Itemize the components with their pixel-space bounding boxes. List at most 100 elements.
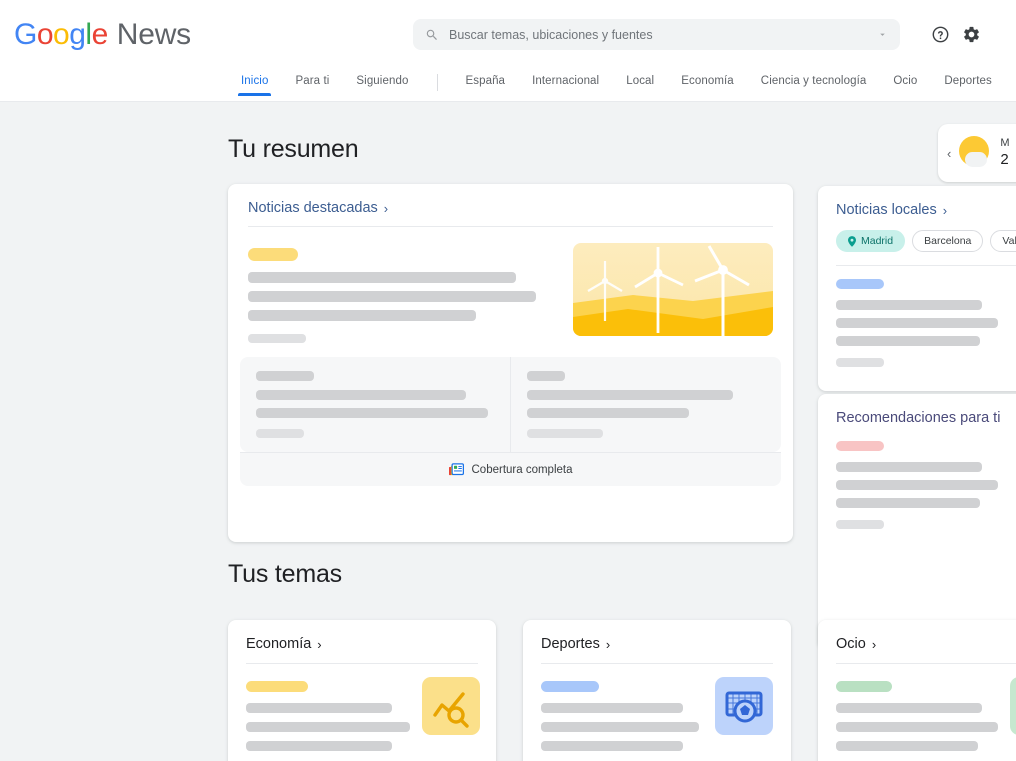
headline-line bbox=[248, 310, 476, 321]
timestamp-placeholder bbox=[836, 520, 884, 529]
headline-line bbox=[541, 741, 683, 751]
timestamp-placeholder bbox=[248, 334, 306, 343]
headline-line bbox=[836, 480, 998, 490]
location-chip-madrid[interactable]: Madrid bbox=[836, 230, 906, 252]
google-wordmark: Google bbox=[14, 18, 108, 51]
local-news-title-text: Noticias locales bbox=[836, 202, 937, 218]
headline-line bbox=[836, 318, 998, 328]
topic-article-item[interactable] bbox=[836, 677, 1016, 751]
location-chip-group: Madrid Barcelona Valènc bbox=[836, 230, 1016, 252]
card-divider bbox=[541, 663, 773, 664]
headline-line bbox=[246, 741, 392, 751]
topic-title[interactable]: Economía › bbox=[246, 636, 478, 652]
weather-prev-arrow[interactable]: ‹ bbox=[947, 146, 951, 161]
weather-temperature: 2 bbox=[1000, 150, 1009, 168]
app-header: Google News bbox=[0, 0, 1016, 69]
local-news-title[interactable]: Noticias locales › bbox=[836, 202, 1016, 218]
source-badge-placeholder bbox=[836, 681, 892, 692]
featured-news-card: Noticias destacadas › Cobertura completa bbox=[228, 184, 793, 542]
headline-line bbox=[248, 291, 536, 302]
location-chip-valencia[interactable]: Valènc bbox=[990, 230, 1016, 252]
search-bar[interactable] bbox=[413, 19, 900, 50]
news-wordmark: News bbox=[116, 18, 191, 51]
headline-line bbox=[836, 722, 998, 732]
recommendations-title-text: Recomendaciones para ti bbox=[836, 410, 1001, 426]
headline-line bbox=[836, 498, 980, 508]
nav-tab-para-ti[interactable]: Para ti bbox=[295, 69, 329, 96]
leisure-icon bbox=[1010, 677, 1016, 735]
headline-line bbox=[256, 390, 466, 400]
related-article-item[interactable] bbox=[510, 357, 781, 452]
headline-line bbox=[246, 722, 410, 732]
topic-card-deportes: Deportes › bbox=[523, 620, 791, 761]
gear-icon[interactable] bbox=[962, 25, 981, 44]
chevron-down-icon[interactable] bbox=[877, 29, 888, 40]
location-pin-icon bbox=[848, 235, 856, 247]
location-chip-label: Madrid bbox=[861, 235, 894, 247]
chevron-right-icon: › bbox=[317, 636, 322, 652]
weather-city: M bbox=[1000, 136, 1010, 149]
related-article-item[interactable] bbox=[240, 357, 510, 452]
card-divider bbox=[246, 663, 478, 664]
source-badge-placeholder bbox=[836, 279, 884, 289]
topic-card-ocio: Ocio › bbox=[818, 620, 1016, 761]
nav-divider bbox=[437, 74, 439, 91]
nav-tab-ciencia-y-tecnologia[interactable]: Ciencia y tecnología bbox=[761, 69, 867, 96]
source-placeholder bbox=[256, 371, 314, 381]
wind-turbines-illustration bbox=[573, 243, 773, 336]
nav-tab-internacional[interactable]: Internacional bbox=[532, 69, 599, 96]
google-news-page: Google News Inicio Para ti Siguiendo Esp… bbox=[0, 0, 1016, 761]
card-divider bbox=[836, 663, 1016, 664]
recommendation-article-item[interactable] bbox=[836, 441, 1016, 529]
nav-tab-local[interactable]: Local bbox=[626, 69, 654, 96]
nav-tab-economia[interactable]: Economía bbox=[681, 69, 734, 96]
recommendations-title[interactable]: Recomendaciones para ti bbox=[836, 410, 1016, 426]
topic-title[interactable]: Ocio › bbox=[836, 636, 1016, 652]
google-news-logo[interactable]: Google News bbox=[14, 18, 191, 52]
chevron-right-icon: › bbox=[605, 636, 611, 652]
timestamp-placeholder bbox=[256, 429, 304, 438]
topic-title[interactable]: Deportes › bbox=[541, 636, 773, 652]
topics-section-header: Tus temas Personalizar bbox=[228, 560, 1016, 589]
main-navigation: Inicio Para ti Siguiendo España Internac… bbox=[0, 69, 1016, 102]
featured-news-title[interactable]: Noticias destacadas › bbox=[248, 200, 773, 216]
featured-lead-article[interactable] bbox=[228, 227, 793, 343]
location-chip-barcelona[interactable]: Barcelona bbox=[912, 230, 984, 252]
help-circle-icon[interactable] bbox=[931, 25, 950, 44]
sun-behind-cloud-icon bbox=[956, 135, 992, 171]
nav-tab-siguiendo[interactable]: Siguiendo bbox=[356, 69, 408, 96]
timestamp-placeholder bbox=[836, 358, 884, 367]
featured-related-articles bbox=[240, 357, 781, 452]
source-badge-placeholder bbox=[541, 681, 599, 692]
nav-tab-espana[interactable]: España bbox=[465, 69, 505, 96]
weather-widget[interactable]: ‹ M 2 bbox=[938, 124, 1016, 182]
topic-article-item[interactable] bbox=[541, 677, 773, 751]
headline-line bbox=[256, 408, 488, 418]
featured-news-title-text: Noticias destacadas bbox=[248, 200, 378, 216]
headline-line bbox=[836, 703, 982, 713]
nav-tab-deportes[interactable]: Deportes bbox=[944, 69, 991, 96]
headline-line bbox=[836, 462, 982, 472]
search-input[interactable] bbox=[449, 27, 871, 42]
headline-line bbox=[836, 741, 978, 751]
headline-line bbox=[541, 722, 699, 732]
source-badge-placeholder bbox=[836, 441, 884, 451]
topic-title-text: Ocio bbox=[836, 636, 866, 652]
topic-title-text: Economía bbox=[246, 636, 312, 652]
full-coverage-button[interactable]: Cobertura completa bbox=[240, 452, 781, 486]
local-article-item[interactable] bbox=[836, 279, 1016, 367]
card-divider bbox=[836, 265, 1016, 266]
topic-article-item[interactable] bbox=[246, 677, 480, 751]
headline-line bbox=[527, 390, 733, 400]
headline-line bbox=[246, 703, 392, 713]
headline-line bbox=[248, 272, 516, 283]
nav-tab-ocio[interactable]: Ocio bbox=[893, 69, 917, 96]
nav-tab-inicio[interactable]: Inicio bbox=[237, 69, 272, 96]
soccer-goal-icon bbox=[715, 677, 773, 735]
topic-card-economia: Economía › bbox=[228, 620, 496, 761]
source-badge-placeholder bbox=[248, 248, 298, 261]
headline-line bbox=[527, 408, 689, 418]
headline-line bbox=[836, 300, 982, 310]
source-badge-placeholder bbox=[246, 681, 308, 692]
headline-line bbox=[836, 336, 980, 346]
